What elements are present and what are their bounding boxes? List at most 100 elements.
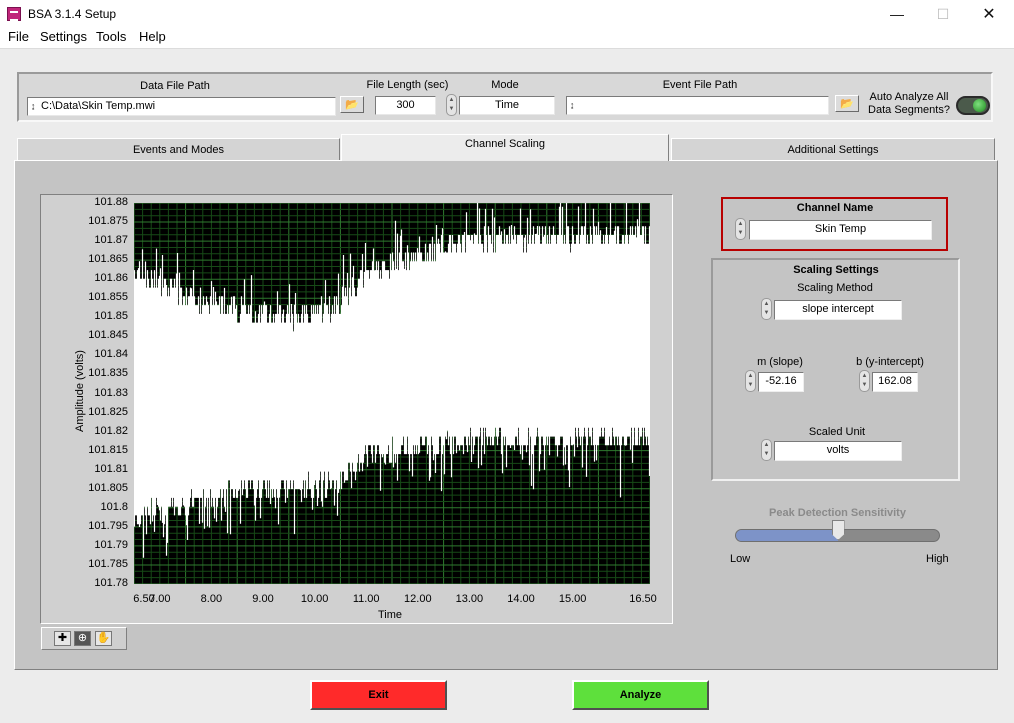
- folder-icon: 📂: [345, 99, 359, 111]
- title-bar: BSA 3.1.4 Setup — ☐ ✕: [0, 0, 1014, 28]
- path-icon: ↨: [31, 101, 36, 111]
- down-arrow-icon: ▼: [763, 310, 770, 316]
- file-length-field[interactable]: 300: [375, 96, 436, 115]
- up-arrow-icon: ▲: [737, 221, 744, 227]
- peak-detection-label: Peak Detection Sensitivity: [769, 507, 906, 519]
- data-file-path-label: Data File Path: [140, 80, 210, 92]
- x-tick-label: 11.00: [352, 593, 380, 605]
- cursor-tool-icon[interactable]: ✚: [54, 631, 71, 646]
- maximize-icon[interactable]: ☐: [920, 0, 966, 28]
- y-tick-label: 101.81: [94, 462, 128, 475]
- auto-analyze-label: Auto Analyze All Data Segments?: [866, 91, 952, 117]
- y-tick-label: 101.84: [94, 348, 128, 361]
- intercept-label: b (y-intercept): [856, 356, 924, 368]
- slider-fill: [736, 530, 838, 541]
- y-tick-label: 101.865: [88, 253, 128, 266]
- zoom-tool-icon[interactable]: ⊕: [74, 631, 91, 646]
- slope-label: m (slope): [757, 356, 803, 368]
- y-tick-label: 101.85: [94, 310, 128, 323]
- browse-event-file-button[interactable]: 📂: [835, 95, 859, 112]
- tab-channel-scaling[interactable]: Channel Scaling: [341, 134, 669, 161]
- x-tick-label: 7.00: [149, 593, 171, 605]
- intercept-field[interactable]: 162.08: [872, 372, 918, 392]
- data-file-path-field[interactable]: ↨ C:\Data\Skin Temp.mwi: [27, 97, 336, 116]
- slope-field[interactable]: -52.16: [758, 372, 804, 392]
- y-tick-label: 101.785: [88, 557, 128, 570]
- channel-name-label: Channel Name: [796, 202, 874, 214]
- up-arrow-icon: ▲: [763, 301, 770, 307]
- slider-high-label: High: [926, 553, 949, 565]
- y-tick-label: 101.87: [94, 234, 128, 247]
- y-tick-label: 101.86: [94, 272, 128, 285]
- up-arrow-icon: ▲: [861, 373, 868, 379]
- exit-button[interactable]: Exit: [310, 680, 447, 710]
- down-arrow-icon: ▼: [448, 106, 455, 112]
- y-tick-label: 101.815: [88, 443, 128, 456]
- menu-tools[interactable]: Tools: [96, 29, 126, 44]
- slider-low-label: Low: [730, 553, 751, 565]
- x-tick-label: 14.00: [507, 593, 535, 605]
- event-file-path-label: Event File Path: [662, 79, 738, 91]
- x-tick-label: 16.50: [629, 593, 657, 605]
- scaling-method-spinner[interactable]: ▲ ▼: [761, 298, 772, 320]
- y-tick-label: 101.78: [94, 577, 128, 589]
- browse-data-file-button[interactable]: 📂: [340, 96, 364, 113]
- y-tick-label: 101.825: [88, 405, 128, 418]
- up-arrow-icon: ▲: [747, 373, 754, 379]
- intercept-spinner[interactable]: ▲ ▼: [859, 370, 870, 392]
- tab-additional-settings[interactable]: Additional Settings: [671, 138, 995, 160]
- app-icon: [7, 7, 21, 21]
- y-tick-label: 101.79: [94, 538, 128, 551]
- down-arrow-icon: ▼: [747, 382, 754, 388]
- tab-events-and-modes[interactable]: Events and Modes: [17, 138, 340, 160]
- x-tick-label: 8.00: [200, 593, 223, 605]
- slope-spinner[interactable]: ▲ ▼: [745, 370, 756, 392]
- y-tick-label: 101.82: [94, 424, 128, 437]
- y-tick-label: 101.845: [88, 329, 128, 342]
- x-tick-label: 13.00: [455, 593, 484, 605]
- toggle-knob: [973, 99, 986, 112]
- scaled-unit-field[interactable]: volts: [774, 441, 902, 461]
- channel-name-field[interactable]: Skin Temp: [749, 220, 932, 240]
- x-tick-label: 15.00: [558, 593, 587, 605]
- auto-analyze-label-line2: Data Segments?: [868, 104, 950, 116]
- menu-help[interactable]: Help: [139, 29, 166, 44]
- mode-label: Mode: [491, 79, 519, 91]
- down-arrow-icon: ▼: [861, 382, 868, 388]
- y-tick-label: 101.8: [100, 500, 128, 513]
- y-tick-label: 101.88: [94, 196, 128, 208]
- mode-field[interactable]: Time: [459, 96, 555, 115]
- scaling-method-label: Scaling Method: [797, 282, 873, 294]
- x-tick-label: 10.00: [300, 593, 329, 605]
- scaling-method-field[interactable]: slope intercept: [774, 300, 902, 320]
- close-icon[interactable]: ✕: [966, 0, 1012, 28]
- auto-analyze-label-line1: Auto Analyze All: [869, 91, 949, 103]
- menu-settings[interactable]: Settings: [40, 29, 87, 44]
- x-axis-label: Time: [377, 609, 403, 621]
- analyze-button[interactable]: Analyze: [572, 680, 709, 710]
- scaled-unit-spinner[interactable]: ▲ ▼: [761, 439, 772, 461]
- minimize-icon[interactable]: —: [874, 0, 920, 28]
- y-tick-label: 101.795: [88, 519, 128, 532]
- scaling-settings-title: Scaling Settings: [793, 264, 879, 276]
- x-tick-label: 9.00: [252, 593, 274, 605]
- window-title: BSA 3.1.4 Setup: [28, 7, 117, 21]
- event-file-path-field[interactable]: ↨: [566, 96, 829, 115]
- data-file-path-value: C:\Data\Skin Temp.mwi: [41, 100, 156, 112]
- channel-spinner[interactable]: ▲ ▼: [735, 218, 746, 240]
- down-arrow-icon: ▼: [763, 451, 770, 457]
- down-arrow-icon: ▼: [737, 230, 744, 236]
- y-tick-label: 101.83: [94, 386, 128, 399]
- tab-channel-scaling-label: Channel Scaling: [464, 138, 546, 150]
- y-tick-label: 101.805: [88, 481, 128, 494]
- mode-spinner[interactable]: ▲ ▼: [446, 94, 457, 116]
- x-tick-label: 12.00: [404, 593, 432, 605]
- pan-tool-icon[interactable]: ✋: [95, 631, 112, 646]
- folder-icon: 📂: [840, 98, 854, 110]
- menu-file[interactable]: File: [8, 29, 29, 44]
- path-icon: ↨: [570, 100, 575, 110]
- amplitude-plot[interactable]: [134, 203, 650, 584]
- auto-analyze-toggle[interactable]: [956, 96, 990, 115]
- y-tick-label: 101.835: [88, 367, 128, 380]
- up-arrow-icon: ▲: [763, 442, 770, 448]
